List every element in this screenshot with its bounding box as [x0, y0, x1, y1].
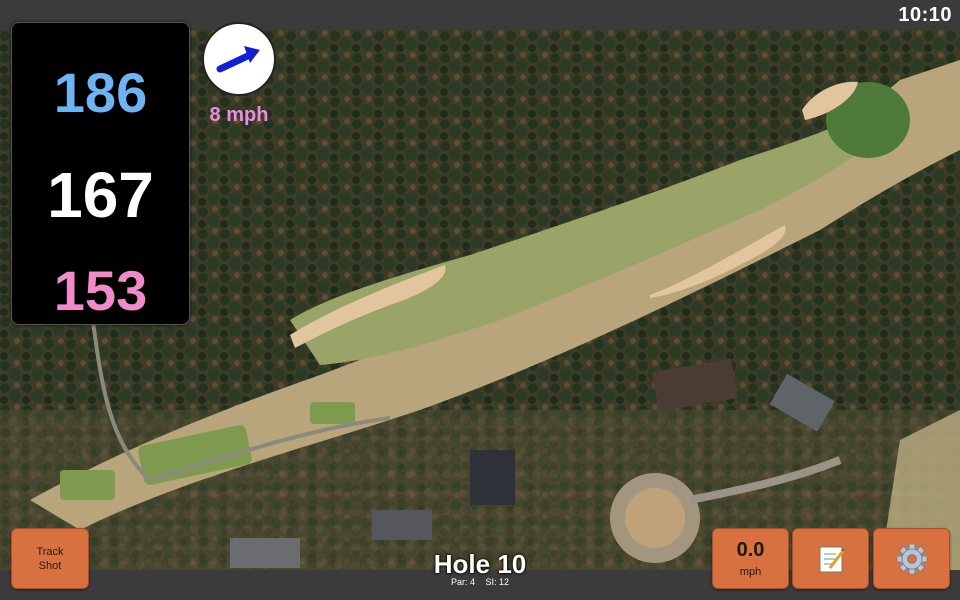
wind-direction-dial: [202, 22, 276, 96]
wind-arrow-icon: [216, 46, 260, 73]
notepad-icon: [819, 546, 844, 572]
speed-unit: mph: [739, 566, 762, 578]
speed-value: 0.0: [736, 539, 765, 561]
settings-button[interactable]: [873, 528, 950, 589]
wind-speed: 8 mph: [209, 104, 269, 126]
track-shot-label-line1: Track: [36, 546, 64, 558]
middle-distance: 167: [47, 159, 154, 231]
notes-button[interactable]: [792, 528, 869, 589]
hole-par: Par: 4: [450, 577, 475, 587]
track-shot-button[interactable]: Track Shot: [11, 528, 89, 589]
clock: 10:10: [898, 4, 952, 26]
front-distance: 153: [53, 259, 148, 322]
back-distance: 186: [53, 61, 148, 124]
gear-icon: [896, 543, 927, 574]
hole-stroke-index: SI: 12: [485, 577, 510, 587]
hole-title: Hole 10: [433, 549, 527, 579]
yardage-panel[interactable]: 186 167 153: [11, 22, 190, 325]
hole-info: Par: 4 SI: 12: [380, 577, 580, 587]
track-shot-label-line2: Shot: [38, 560, 62, 572]
speed-button[interactable]: 0.0 mph: [712, 528, 789, 589]
